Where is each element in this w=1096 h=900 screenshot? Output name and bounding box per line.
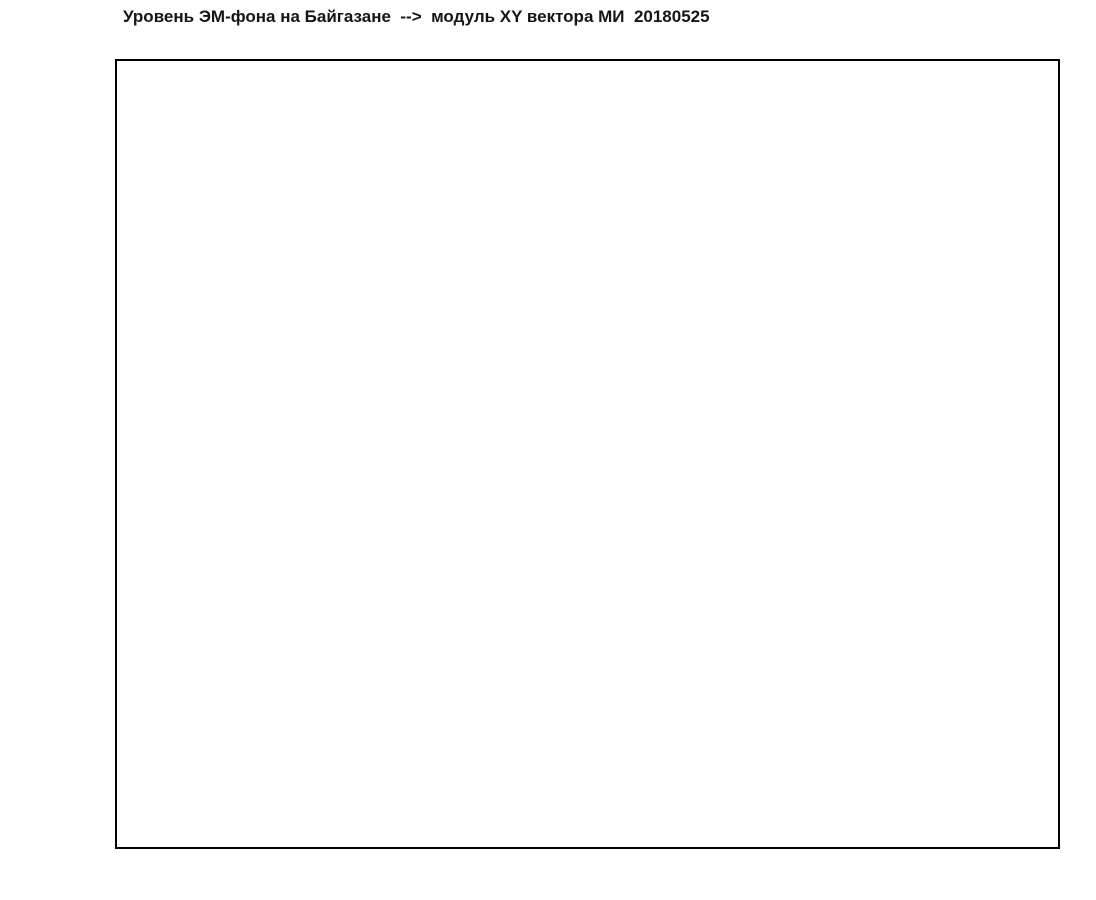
spectrogram-page: Уровень ЭМ-фона на Байгазане --> модуль … (0, 0, 1096, 900)
plot-area (115, 59, 1060, 849)
spectrogram-canvas (117, 61, 1058, 847)
chart-title: Уровень ЭМ-фона на Байгазане --> модуль … (123, 7, 710, 26)
